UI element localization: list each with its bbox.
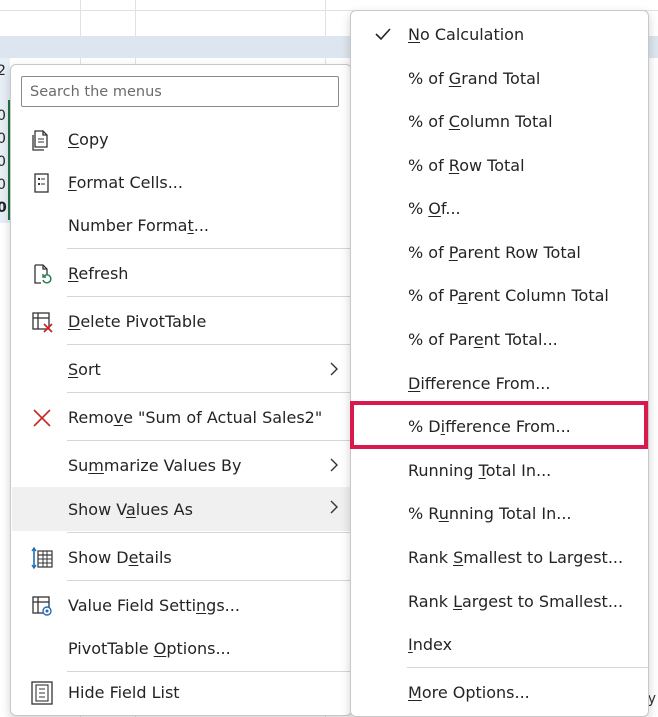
submenu-item-pct-row-total[interactable]: % of Row Total xyxy=(352,145,647,185)
chevron-right-icon xyxy=(330,362,338,376)
submenu-item-label: % of Parent Row Total xyxy=(408,242,581,262)
menu-item-label: Hide Field List xyxy=(68,682,180,702)
menu-item-value-field-settings[interactable]: Value Field Settings... xyxy=(12,585,350,625)
submenu-item-pct-parent-total[interactable]: % of Parent Total... xyxy=(352,319,647,359)
menu-separator xyxy=(67,344,351,345)
submenu-item-pct-parent-row-total[interactable]: % of Parent Row Total xyxy=(352,232,647,272)
submenu-item-label: More Options... xyxy=(408,682,530,702)
submenu-item-pct-running-total-in[interactable]: % Running Total In... xyxy=(352,493,647,533)
show-details-icon xyxy=(31,546,53,570)
cell-value: 0 xyxy=(0,177,6,193)
menu-item-delete-pivottable[interactable]: Delete PivotTable xyxy=(12,301,350,341)
submenu-item-label: Rank Smallest to Largest... xyxy=(408,547,624,567)
menu-item-show-values-as[interactable]: Show Values As xyxy=(12,487,350,531)
format-cells-icon xyxy=(34,173,49,193)
submenu-item-label: Running Total In... xyxy=(408,460,552,480)
menu-item-sort[interactable]: Sort xyxy=(12,349,350,389)
show-values-as-submenu: No Calculation % of Grand Total % of Col… xyxy=(350,10,649,717)
menu-item-remove-field[interactable]: Remove "Sum of Actual Sales2" xyxy=(12,397,350,437)
menu-item-label: Number Format... xyxy=(68,215,210,235)
submenu-item-pct-parent-column-total[interactable]: % of Parent Column Total xyxy=(352,275,647,315)
menu-separator xyxy=(407,667,648,668)
menu-separator xyxy=(67,580,351,581)
submenu-item-pct-column-total[interactable]: % of Column Total xyxy=(352,101,647,141)
field-list-icon xyxy=(31,681,53,705)
submenu-item-label: % of Parent Column Total xyxy=(408,285,609,305)
menu-item-label: Remove "Sum of Actual Sales2" xyxy=(68,407,323,427)
cell-value: 0 xyxy=(0,131,6,147)
menu-separator xyxy=(67,392,351,393)
value-field-settings-icon xyxy=(32,596,52,616)
menu-item-label: Format Cells... xyxy=(68,172,183,192)
submenu-item-pct-grand-total[interactable]: % of Grand Total xyxy=(352,58,647,98)
submenu-item-rank-smallest-to-largest[interactable]: Rank Smallest to Largest... xyxy=(352,537,647,577)
menu-item-label: PivotTable Options... xyxy=(68,638,231,658)
submenu-item-label: % of Row Total xyxy=(408,155,525,175)
chevron-right-icon xyxy=(330,458,338,472)
menu-item-format-cells[interactable]: Format Cells... xyxy=(12,162,350,202)
submenu-item-pct-of[interactable]: % Of... xyxy=(352,188,647,228)
submenu-item-label: % of Grand Total xyxy=(408,68,541,88)
menu-item-copy[interactable]: Copy xyxy=(12,119,350,159)
cell-value: 2 xyxy=(0,63,6,79)
menu-item-label: Delete PivotTable xyxy=(68,311,207,331)
delete-pivottable-icon xyxy=(32,312,53,333)
submenu-item-label: No Calculation xyxy=(408,24,525,44)
menu-item-show-details[interactable]: Show Details xyxy=(12,537,350,577)
submenu-item-label: % of Column Total xyxy=(408,111,553,131)
submenu-item-label: Difference From... xyxy=(408,373,551,393)
menu-item-label: Refresh xyxy=(68,263,129,283)
cell-value: 0 xyxy=(0,200,7,216)
cell-value: 0 xyxy=(0,108,6,124)
submenu-item-label: Rank Largest to Smallest... xyxy=(408,591,624,611)
chevron-right-icon xyxy=(330,500,338,514)
copy-icon xyxy=(32,130,48,151)
menu-item-label: Show Details xyxy=(68,547,172,567)
menu-item-label: Summarize Values By xyxy=(68,455,242,475)
menu-item-label: Copy xyxy=(68,129,109,149)
menu-separator xyxy=(67,440,351,441)
menu-item-label: Show Values As xyxy=(68,499,193,519)
submenu-item-no-calculation[interactable]: No Calculation xyxy=(352,14,647,54)
submenu-item-index[interactable]: Index xyxy=(352,624,647,664)
submenu-item-difference-from[interactable]: Difference From... xyxy=(352,363,647,403)
submenu-item-label: Index xyxy=(408,634,453,654)
highlight-box xyxy=(350,401,648,449)
menu-item-label: Sort xyxy=(68,359,101,379)
submenu-item-rank-largest-to-smallest[interactable]: Rank Largest to Smallest... xyxy=(352,581,647,621)
remove-x-icon xyxy=(33,409,51,427)
submenu-item-label: % of Parent Total... xyxy=(408,329,558,349)
cell-value: 0 xyxy=(0,154,6,170)
menu-separator xyxy=(67,296,351,297)
menu-separator xyxy=(67,248,351,249)
menu-item-hide-field-list[interactable]: Hide Field List xyxy=(12,672,350,712)
menu-item-refresh[interactable]: Refresh xyxy=(12,253,350,293)
submenu-item-label: % Of... xyxy=(408,198,461,218)
menu-item-label: Value Field Settings... xyxy=(68,595,240,615)
submenu-item-more-options[interactable]: More Options... xyxy=(352,672,647,712)
search-menus-input[interactable] xyxy=(21,76,339,107)
context-menu: Copy Format Cells... Number Format... Re… xyxy=(10,64,352,716)
menu-item-summarize-values-by[interactable]: Summarize Values By xyxy=(12,445,350,485)
checkmark-icon xyxy=(375,28,391,41)
menu-separator xyxy=(67,532,351,533)
menu-item-pivottable-options[interactable]: PivotTable Options... xyxy=(12,628,350,668)
refresh-icon xyxy=(34,264,52,284)
submenu-item-label: % Running Total In... xyxy=(408,503,572,523)
submenu-item-running-total-in[interactable]: Running Total In... xyxy=(352,450,647,490)
menu-item-number-format[interactable]: Number Format... xyxy=(12,205,350,245)
